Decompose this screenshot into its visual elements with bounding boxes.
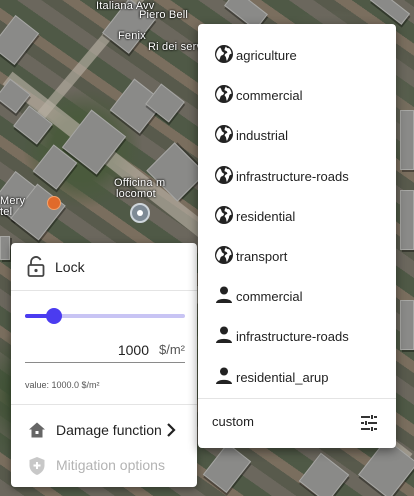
exposure-control-panel: Lock 1000 $/m² value: 1000.0 $/m² Damage… — [11, 243, 197, 487]
menu-item-label: agriculture — [236, 48, 297, 63]
globe-icon — [214, 44, 234, 69]
menu-item-commercial[interactable]: commercial — [198, 275, 396, 315]
lock-label: Lock — [55, 259, 85, 275]
menu-item-label: transport — [236, 249, 288, 264]
menu-item-custom[interactable]: custom — [198, 404, 396, 444]
menu-item-label: infrastructure-roads — [236, 329, 349, 345]
shield-plus-icon — [29, 457, 45, 475]
menu-item-infrastructure-roads[interactable]: infrastructure-roads — [198, 155, 396, 195]
menu-item-agriculture[interactable]: agriculture — [198, 34, 396, 74]
menu-item-label: residential_arup — [236, 369, 329, 385]
globe-icon — [214, 165, 234, 190]
mitigation-options-label: Mitigation options — [56, 457, 165, 473]
tune-icon — [361, 415, 377, 431]
cost-slider[interactable] — [25, 307, 185, 325]
menu-item-residential_arup[interactable]: residential_arup — [198, 356, 396, 396]
globe-icon — [214, 124, 234, 149]
map-marker-dot[interactable] — [47, 196, 61, 210]
person-icon — [214, 325, 234, 350]
location-pin-icon[interactable] — [130, 203, 150, 223]
menu-item-transport[interactable]: transport — [198, 235, 396, 275]
menu-item-commercial[interactable]: commercial — [198, 74, 396, 114]
menu-item-label: infrastructure-roads — [236, 168, 349, 184]
damage-function-button[interactable]: Damage function — [11, 415, 197, 445]
globe-icon — [214, 84, 234, 109]
chevron-right-icon — [167, 423, 176, 437]
mitigation-options-button[interactable]: Mitigation options — [11, 450, 197, 480]
map-label: locomot — [116, 188, 156, 200]
cost-value: 1000 — [117, 342, 149, 358]
person-icon — [214, 285, 234, 310]
menu-item-residential[interactable]: residential — [198, 195, 396, 235]
map-label: Fenix — [118, 30, 146, 42]
menu-item-label: commercial — [236, 289, 303, 305]
globe-icon — [214, 245, 234, 270]
map-label: tel — [0, 206, 13, 218]
cost-unit: $/m² — [159, 342, 185, 357]
menu-item-label: commercial — [236, 88, 303, 104]
map-label: Ri dei servi — [148, 41, 205, 53]
damage-function-label: Damage function — [56, 422, 162, 438]
lock-open-icon — [27, 256, 45, 277]
exposure-type-menu: residential_arup infrastructure-roads comm… — [198, 24, 396, 448]
menu-item-infrastructure-roads[interactable]: infrastructure-roads — [198, 315, 396, 355]
person-icon — [214, 366, 234, 391]
globe-icon — [214, 205, 234, 230]
menu-item-industrial[interactable]: industrial — [198, 114, 396, 154]
menu-item-label: residential — [236, 208, 296, 224]
lock-toggle[interactable]: Lock — [11, 243, 197, 291]
cost-value-input[interactable]: 1000 $/m² — [25, 337, 185, 363]
cost-caption: value: 1000.0 $/m² — [25, 380, 100, 390]
menu-item-label: industrial — [236, 128, 289, 144]
menu-divider — [198, 398, 396, 399]
map-label: Piero Bell — [139, 9, 189, 21]
panel-divider — [11, 404, 197, 405]
slider-thumb[interactable] — [45, 308, 62, 324]
menu-item-label: custom — [212, 414, 254, 429]
home-icon — [29, 422, 45, 438]
